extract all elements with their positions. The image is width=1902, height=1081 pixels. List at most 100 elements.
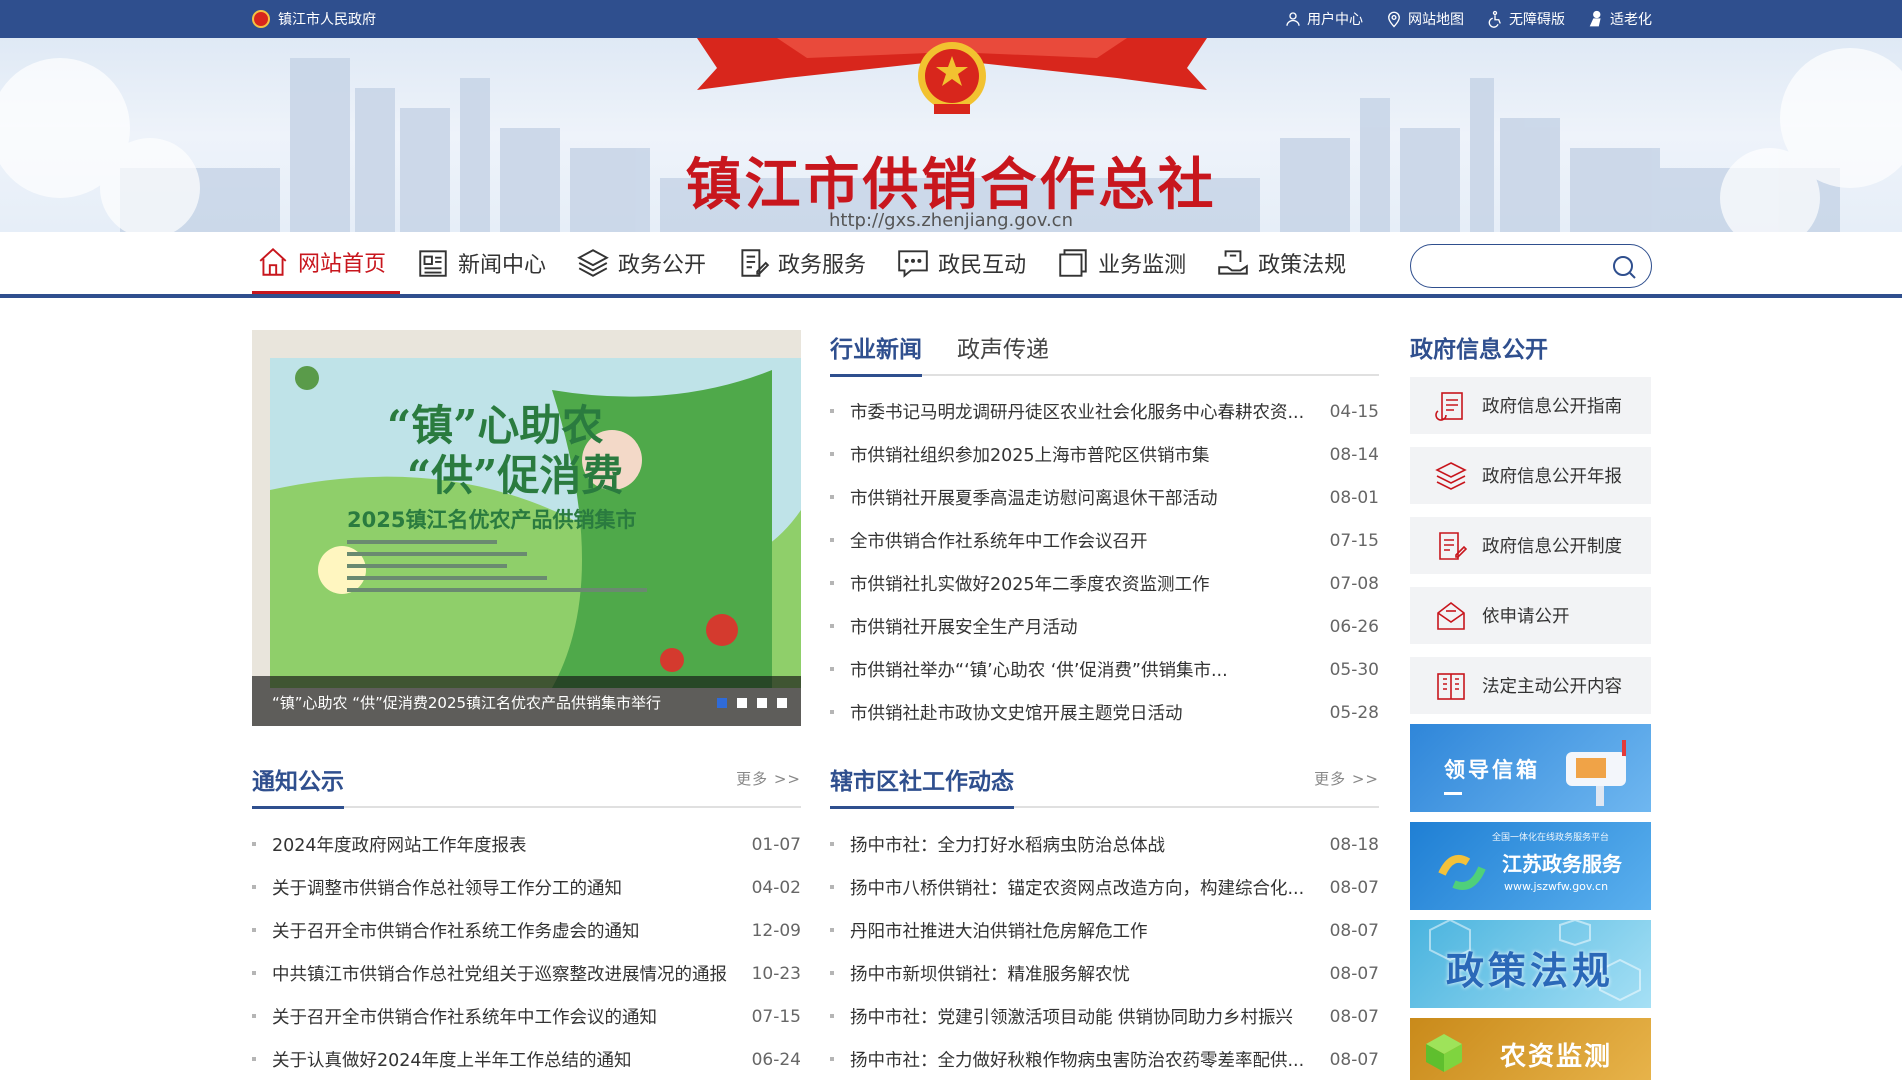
accessibility-link[interactable]: 无障碍版: [1486, 9, 1565, 29]
gov-info-guide-link[interactable]: 政府信息公开指南: [1410, 377, 1651, 434]
carousel-dot-1[interactable]: [717, 698, 727, 708]
district-news-item[interactable]: 扬中市社：全力打好水稻病虫防治总体战 08-18: [830, 823, 1379, 866]
tab-gov-voice[interactable]: 政声传递: [957, 330, 1049, 374]
mailbox-icon: [1566, 740, 1626, 806]
policy-regulation-banner[interactable]: 政策法规: [1410, 920, 1651, 1008]
apply-disclosure-link[interactable]: 依申请公开: [1410, 587, 1651, 644]
farm-supply-label: 农资监测: [1500, 1042, 1613, 1072]
leader-mailbox-banner[interactable]: 领导信箱: [1410, 724, 1651, 812]
user-icon: [1286, 12, 1300, 26]
industry-news-item-title: 市供销社赴市政协文史馆开展主题党日活动: [850, 704, 1183, 724]
notice-item-title: 中共镇江市供销合作总社党组关于巡察整改进展情况的通报: [272, 965, 727, 985]
site-url: http://gxs.zhenjiang.gov.cn: [829, 210, 1073, 231]
industry-news-item-date: 06-26: [1329, 616, 1379, 637]
gov-info-annual-report-label: 政府信息公开年报: [1482, 467, 1622, 487]
industry-news-item-title: 全市供销合作社系统年中工作会议召开: [850, 532, 1148, 552]
poster-slogan-1: “镇”心助农: [387, 401, 603, 450]
nav-policy-label: 政策法规: [1258, 253, 1347, 278]
district-news-item-date: 08-07: [1329, 1006, 1379, 1027]
user-center-label: 用户中心: [1307, 12, 1363, 28]
industry-news-item-title: 市供销社组织参加2025上海市普陀区供销市集: [850, 446, 1210, 466]
farm-supply-monitor-banner[interactable]: 农资监测: [1410, 1018, 1651, 1080]
district-news-item[interactable]: 扬中市八桥供销社：锚定农资网点改造方向，构建综合化... 08-07: [830, 866, 1379, 909]
district-news-item[interactable]: 扬中市社：党建引领激活项目动能 供销协同助力乡村振兴 08-07: [830, 995, 1379, 1038]
municipal-gov-link[interactable]: 镇江市人民政府: [252, 9, 376, 29]
industry-news-item[interactable]: 全市供销合作社系统年中工作会议召开 07-15: [830, 519, 1379, 562]
industry-news-item[interactable]: 市供销社开展夏季高温走访慰问离退休干部活动 08-01: [830, 476, 1379, 519]
notice-item[interactable]: 关于召开全市供销合作社系统工作务虚会的通知 12-09: [252, 909, 801, 952]
main-nav: 网站首页 新闻中心 政务公开 政务服务 政民互动 业务监测 政策法规: [0, 232, 1902, 298]
industry-news-item-title: 市供销社开展安全生产月活动: [850, 618, 1078, 638]
gov-info-links: 政府信息公开指南 政府信息公开年报 政府信息公开制度 依申请公开 法定主动公开内…: [1410, 377, 1651, 727]
carousel-dot-4[interactable]: [777, 698, 787, 708]
notice-item-title: 关于召开全市供销合作社系统年中工作会议的通知: [272, 1008, 657, 1028]
district-news-item-title: 扬中市社：全力打好水稻病虫防治总体战: [850, 836, 1165, 856]
carousel-dot-2[interactable]: [737, 698, 747, 708]
gov-info-guide-label: 政府信息公开指南: [1482, 397, 1622, 417]
notice-item[interactable]: 关于认真做好2024年度上半年工作总结的通知 06-24: [252, 1038, 801, 1081]
nav-news-center-label: 新闻中心: [458, 253, 547, 278]
notices-title[interactable]: 通知公示: [252, 762, 344, 809]
chat-bubble-icon: [898, 250, 928, 278]
policy-regulation-label: 政策法规: [1446, 948, 1615, 993]
notice-item[interactable]: 2024年度政府网站工作年度报表 01-07: [252, 823, 801, 866]
industry-news-item[interactable]: 市供销社赴市政协文史馆开展主题党日活动 05-28: [830, 691, 1379, 734]
industry-news-item-title: 市供销社开展夏季高温走访慰问离退休干部活动: [850, 489, 1218, 509]
notice-item[interactable]: 中共镇江市供销合作总社党组关于巡察整改进展情况的通报 10-23: [252, 952, 801, 995]
gov-info-regulation-label: 政府信息公开制度: [1482, 537, 1622, 557]
mailbox-underline: [1444, 792, 1462, 795]
user-center-link[interactable]: 用户中心: [1284, 9, 1363, 29]
industry-news-item[interactable]: 市供销社扎实做好2025年二季度农资监测工作 07-08: [830, 562, 1379, 605]
industry-news-item[interactable]: 市供销社开展安全生产月活动 06-26: [830, 605, 1379, 648]
nav-gov-services[interactable]: 政务服务: [732, 232, 880, 294]
nav-home[interactable]: 网站首页: [252, 232, 401, 294]
nav-policy[interactable]: 政策法规: [1212, 232, 1360, 294]
jiangsu-service-url: www.jszwfw.gov.cn: [1504, 880, 1609, 893]
industry-news-item[interactable]: 市供销社举办“‘镇’心助农 ‘供’促消费”供销集市... 05-30: [830, 648, 1379, 691]
mail-envelope-icon: [1437, 601, 1465, 630]
poster-slogan-2: “供”促消费: [407, 451, 623, 500]
notice-item[interactable]: 关于召开全市供销合作社系统年中工作会议的通知 07-15: [252, 995, 801, 1038]
nav-interaction[interactable]: 政民互动: [892, 232, 1040, 294]
carousel-dot-3[interactable]: [757, 698, 767, 708]
elderly-mode-link[interactable]: 适老化: [1587, 9, 1652, 29]
emblem-icon: [252, 10, 270, 28]
nav-gov-affairs[interactable]: 政务公开: [572, 232, 720, 294]
gov-info-annual-report-link[interactable]: 政府信息公开年报: [1410, 447, 1651, 504]
notices-list: 2024年度政府网站工作年度报表 01-07 关于调整市供销合作总社领导工作分工的通…: [252, 823, 801, 1081]
carousel-pagination: [717, 698, 787, 708]
district-news-item[interactable]: 扬中市新坝供销社：精准服务解农忧 08-07: [830, 952, 1379, 995]
industry-news-item[interactable]: 市委书记马明龙调研丹徒区农业社会化服务中心春耕农资... 04-15: [830, 390, 1379, 433]
site-title: 镇江市供销合作总社: [685, 152, 1217, 218]
district-news-item[interactable]: 丹阳市社推进大泊供销社危房解危工作 08-07: [830, 909, 1379, 952]
notice-item[interactable]: 关于调整市供销合作总社领导工作分工的通知 04-02: [252, 866, 801, 909]
elderly-mode-label: 适老化: [1610, 12, 1652, 28]
notices-more-link[interactable]: 更多 >>: [736, 768, 801, 789]
gov-info-regulation-link[interactable]: 政府信息公开制度: [1410, 517, 1651, 574]
nav-interaction-label: 政民互动: [938, 253, 1027, 278]
district-title[interactable]: 辖市区社工作动态: [830, 762, 1014, 809]
search-input[interactable]: [1427, 255, 1607, 279]
notice-item-title: 关于调整市供销合作总社领导工作分工的通知: [272, 879, 622, 899]
site-map-link[interactable]: 网站地图: [1385, 9, 1464, 29]
news-carousel[interactable]: “镇”心助农 “供”促消费 2025镇江名优农产品供销集市 “镇”心助农 “供”…: [252, 330, 801, 726]
search-icon[interactable]: [1611, 254, 1637, 280]
top-links: 用户中心 网站地图 无障碍版 适老化: [1284, 9, 1652, 29]
industry-news-item[interactable]: 市供销社组织参加2025上海市普陀区供销市集 08-14: [830, 433, 1379, 476]
district-news-item-date: 08-18: [1329, 834, 1379, 855]
site-map-label: 网站地图: [1408, 12, 1464, 28]
district-news-item[interactable]: 扬中市社：全力做好秋粮作物病虫害防治农药零差率配供... 08-07: [830, 1038, 1379, 1081]
industry-news-item-date: 07-08: [1329, 573, 1379, 594]
jiangsu-gov-service-banner[interactable]: 全国一体化在线政务服务平台 江苏政务服务 www.jszwfw.gov.cn: [1410, 822, 1651, 910]
district-news-item-date: 08-07: [1329, 920, 1379, 941]
gov-info-title: 政府信息公开: [1410, 337, 1548, 363]
nav-news-center[interactable]: 新闻中心: [412, 232, 560, 294]
district-more-link[interactable]: 更多 >>: [1314, 768, 1379, 789]
nav-business-monitor[interactable]: 业务监测: [1052, 232, 1200, 294]
district-news-item-title: 扬中市社：党建引领激活项目动能 供销协同助力乡村振兴: [850, 1008, 1294, 1028]
jiangsu-service-label: 江苏政务服务: [1502, 852, 1622, 876]
statutory-content-link[interactable]: 法定主动公开内容: [1410, 657, 1651, 714]
layers-icon: [577, 249, 609, 277]
industry-news-list: 市委书记马明龙调研丹徒区农业社会化服务中心春耕农资... 04-15 市供销社组织参…: [830, 390, 1379, 734]
tab-industry-news[interactable]: 行业新闻: [830, 330, 922, 377]
